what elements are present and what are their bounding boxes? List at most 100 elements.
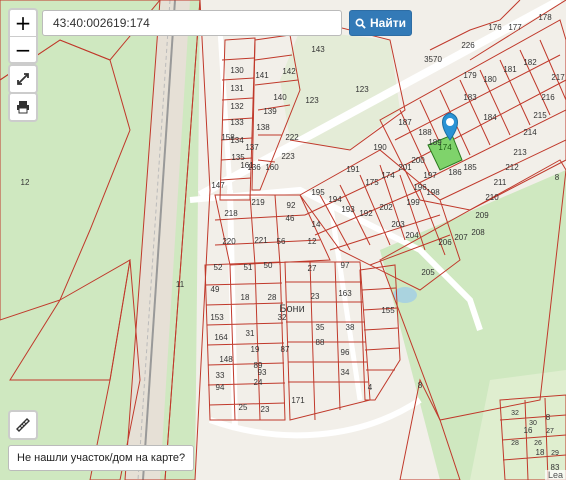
parcel-number: 12 [308, 237, 317, 246]
parcel-number: 186 [448, 168, 462, 177]
parcel-number: 131 [230, 84, 244, 93]
parcel-number: 222 [285, 133, 299, 142]
parcel-number: 8 [546, 413, 551, 422]
find-button-label: Найти [370, 16, 406, 30]
parcel-number: 27 [308, 264, 317, 273]
parcel-number: 206 [438, 238, 452, 247]
parcel-number: 138 [256, 123, 270, 132]
parcel-number: 18 [536, 448, 545, 457]
zoom-out-button[interactable]: − [10, 36, 36, 63]
parcel-number: 49 [211, 285, 220, 294]
parcel-number: 23 [311, 292, 320, 301]
parcel-number: 34 [341, 368, 350, 377]
parcel-number: 180 [483, 75, 497, 84]
cadastral-map[interactable]: 121188174135134133132131130141 1421431401… [0, 0, 566, 480]
expand-icon [17, 73, 29, 85]
parcel-number: 196 [413, 183, 427, 192]
parcel-number: 191 [346, 165, 360, 174]
parcel-number: 194 [328, 195, 342, 204]
parcel-number: 212 [505, 163, 519, 172]
parcel-number: 87 [281, 345, 290, 354]
parcel-number: 8 [555, 173, 560, 182]
parcel-number: 38 [346, 323, 355, 332]
parcel-number: 19 [251, 345, 260, 354]
parcel-number: 26 [534, 440, 542, 447]
parcel-number: 181 [503, 65, 517, 74]
parcel-number: 139 [263, 107, 277, 116]
parcel-number: 30 [529, 420, 537, 427]
parcel-number: 200 [411, 156, 425, 165]
parcel-number: 132 [230, 102, 244, 111]
parcel-number: 28 [511, 440, 519, 447]
place-label: Бони [279, 303, 305, 315]
parcel-number: 46 [286, 214, 295, 223]
parcel-number: 177 [508, 23, 522, 32]
parcel-number: 14 [312, 220, 321, 229]
parcel-number: 175 [365, 178, 379, 187]
parcel-number: 223 [281, 152, 295, 161]
parcel-number: 94 [216, 383, 225, 392]
parcel-number: 28 [268, 293, 277, 302]
parcel-number: 25 [239, 403, 248, 412]
parcel-number: 210 [485, 193, 499, 202]
parcel-number: 155 [381, 306, 395, 315]
parcel-number: 174 [381, 171, 395, 180]
parcel-number: 183 [463, 93, 477, 102]
parcel-number: 208 [471, 228, 485, 237]
parcel-number: 52 [214, 263, 223, 272]
parcel-number: 27 [546, 428, 554, 435]
parcel-number: 12 [21, 178, 30, 187]
parcel-number: 92 [287, 201, 296, 210]
parcel-number: 216 [541, 93, 555, 102]
find-button[interactable]: Найти [349, 10, 412, 36]
parcel-number: 215 [533, 111, 547, 120]
fullscreen-button[interactable] [8, 64, 38, 94]
parcel-number: 189 [428, 138, 442, 147]
parcel-number: 97 [341, 261, 350, 270]
parcel-number: 220 [222, 237, 236, 246]
ruler-icon [16, 418, 30, 432]
parcel-number: 179 [463, 71, 477, 80]
parcel-number: 226 [461, 41, 475, 50]
parcel-number: 182 [523, 58, 537, 67]
parcel-number: 8 [418, 381, 423, 390]
cadastral-search-input[interactable]: 43:40:002619:174 [42, 10, 342, 36]
zoom-control: + − [8, 8, 38, 64]
parcel-number: 31 [246, 329, 255, 338]
zoom-in-button[interactable]: + [10, 10, 36, 36]
parcel-number: 201 [398, 163, 412, 172]
parcel-number: 219 [251, 198, 265, 207]
parcel-number: 204 [405, 231, 419, 240]
parcel-number: 148 [219, 355, 233, 364]
parcel-number: 218 [224, 209, 238, 218]
parcel-number: 3570 [424, 55, 442, 64]
parcel-number: 184 [483, 113, 497, 122]
parcel-number: 207 [454, 233, 468, 242]
search-icon [355, 18, 366, 29]
parcel-number: 163 [338, 289, 352, 298]
parcel-number: 32 [511, 410, 519, 417]
parcel-number: 203 [391, 220, 405, 229]
parcel-number: 164 [214, 333, 228, 342]
print-button[interactable] [8, 92, 38, 122]
parcel-number: 51 [244, 263, 253, 272]
parcel-number: 214 [523, 128, 537, 137]
parcel-number: 93 [258, 368, 267, 377]
parcel-number: 142 [282, 67, 296, 76]
parcel-number: 50 [264, 261, 273, 270]
parcel-number: 193 [341, 205, 355, 214]
parcel-number: 123 [305, 96, 319, 105]
parcel-number: 23 [261, 405, 270, 414]
parcel-number: 171 [291, 396, 305, 405]
parcel-number: 198 [426, 188, 440, 197]
parcel-number: 178 [538, 13, 552, 22]
parcel-number: 197 [423, 171, 437, 180]
parcel-number: 153 [210, 313, 224, 322]
parcel-number: 130 [230, 66, 244, 75]
parcel-number: 185 [463, 163, 477, 172]
parcel-number: 18 [241, 293, 250, 302]
parcel-number: 147 [211, 181, 225, 190]
not-found-parcel-button[interactable]: Не нашли участок/дом на карте? [8, 445, 195, 471]
parcel-number: 190 [373, 143, 387, 152]
measure-button[interactable] [8, 410, 38, 440]
